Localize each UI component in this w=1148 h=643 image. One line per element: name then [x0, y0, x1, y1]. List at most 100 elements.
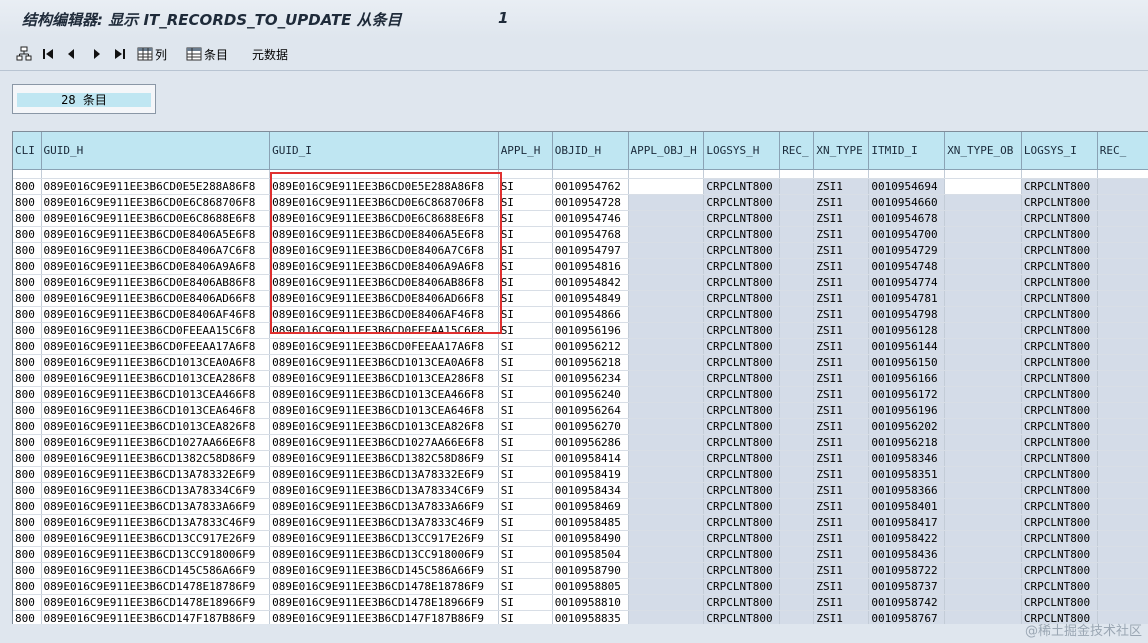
table-cell[interactable]: CRPCLNT800 [703, 258, 781, 275]
table-row[interactable]: 800 089E016C9E911EE3B6CD1478E18786F9 089E0… [13, 578, 1148, 595]
table-cell[interactable]: 089E016C9E911EE3B6CD1013CEA646F8 [41, 402, 271, 419]
table-cell[interactable] [1097, 594, 1148, 611]
table-cell[interactable] [944, 354, 1022, 371]
table-cell[interactable] [628, 450, 705, 467]
table-cell[interactable]: ZSI1 [813, 418, 870, 435]
table-cell[interactable]: 089E016C9E911EE3B6CD1382C58D86F9 [269, 450, 499, 467]
table-cell[interactable]: 0010954768 [552, 226, 629, 243]
table-cell[interactable] [944, 466, 1022, 483]
table-cell[interactable]: CRPCLNT800 [703, 370, 781, 387]
table-cell[interactable]: 800 [13, 226, 42, 243]
table-cell[interactable] [1097, 450, 1148, 467]
table-cell[interactable]: 089E016C9E911EE3B6CD13CC917E26F9 [269, 530, 499, 547]
table-cell[interactable]: 089E016C9E911EE3B6CD1013CEA286F8 [41, 370, 271, 387]
table-cell[interactable]: 0010954816 [552, 258, 629, 275]
table-cell[interactable] [628, 274, 705, 291]
table-cell[interactable]: CRPCLNT800 [1021, 514, 1098, 531]
table-cell[interactable]: 089E016C9E911EE3B6CD1013CEA286F8 [269, 370, 499, 387]
table-cell[interactable]: 0010954842 [552, 274, 629, 291]
table-cell[interactable]: 800 [13, 242, 42, 259]
table-cell[interactable] [1097, 258, 1148, 275]
table-cell[interactable]: 0010956218 [552, 354, 629, 371]
table-cell[interactable]: ZSI1 [813, 498, 870, 515]
table-cell[interactable] [628, 354, 705, 371]
table-cell[interactable]: 0010958422 [868, 530, 946, 547]
table-cell[interactable]: CRPCLNT800 [1021, 274, 1098, 291]
table-row[interactable]: 800 089E016C9E911EE3B6CD0E8406AF46F8 089E0… [13, 306, 1148, 323]
table-cell[interactable]: CRPCLNT800 [703, 466, 781, 483]
table-cell[interactable] [779, 578, 815, 595]
table-cell[interactable]: CRPCLNT800 [703, 610, 781, 624]
table-cell[interactable]: 0010958366 [868, 482, 946, 499]
table-cell[interactable] [1097, 514, 1148, 531]
table-cell[interactable]: 800 [13, 514, 42, 531]
table-cell[interactable] [1097, 306, 1148, 323]
table-row[interactable]: 800 089E016C9E911EE3B6CD13A7833C46F9 089E0… [13, 514, 1148, 531]
table-cell[interactable]: 0010954746 [552, 210, 629, 227]
table-cell[interactable] [944, 530, 1022, 547]
table-cell[interactable]: SI [498, 578, 553, 595]
table-row[interactable]: 800 089E016C9E911EE3B6CD13CC918006F9 089E0… [13, 546, 1148, 563]
column-header[interactable]: XN_TYPE_OB [944, 132, 1022, 170]
table-cell[interactable] [944, 274, 1022, 291]
table-cell[interactable] [779, 386, 815, 403]
table-cell[interactable]: 0010954781 [868, 290, 946, 307]
table-cell[interactable]: 0010956270 [552, 418, 629, 435]
table-cell[interactable] [1097, 402, 1148, 419]
table-cell[interactable]: 089E016C9E911EE3B6CD0E8406A5E6F8 [269, 226, 499, 243]
table-cell[interactable]: 089E016C9E911EE3B6CD1013CEA466F8 [269, 386, 499, 403]
table-cell[interactable] [628, 466, 705, 483]
table-cell[interactable] [628, 258, 705, 275]
table-cell[interactable]: 800 [13, 610, 42, 624]
table-cell[interactable]: SI [498, 434, 553, 451]
table-cell[interactable] [628, 594, 705, 611]
table-cell[interactable]: 0010954728 [552, 194, 629, 211]
table-cell[interactable]: ZSI1 [813, 306, 870, 323]
last-page-button[interactable] [114, 44, 126, 64]
table-cell[interactable]: CRPCLNT800 [1021, 338, 1098, 355]
table-cell[interactable]: CRPCLNT800 [1021, 546, 1098, 563]
table-cell[interactable]: CRPCLNT800 [703, 434, 781, 451]
table-cell[interactable]: 800 [13, 546, 42, 563]
table-cell[interactable]: 089E016C9E911EE3B6CD0E8406A7C6F8 [269, 242, 499, 259]
table-cell[interactable]: 0010958504 [552, 546, 629, 563]
table-cell[interactable]: SI [498, 498, 553, 515]
table-cell[interactable] [779, 434, 815, 451]
table-cell[interactable]: 089E016C9E911EE3B6CD1013CEA0A6F8 [269, 354, 499, 371]
table-cell[interactable]: 089E016C9E911EE3B6CD13CC918006F9 [41, 546, 271, 563]
table-cell[interactable] [628, 530, 705, 547]
table-cell[interactable]: 089E016C9E911EE3B6CD13A78332E6F9 [41, 466, 271, 483]
table-cell[interactable]: CRPCLNT800 [703, 290, 781, 307]
table-cell[interactable] [779, 242, 815, 259]
table-cell[interactable]: 0010956150 [868, 354, 946, 371]
table-cell[interactable]: SI [498, 338, 553, 355]
table-cell[interactable]: 0010958419 [552, 466, 629, 483]
table-cell[interactable]: 0010958434 [552, 482, 629, 499]
table-cell[interactable] [1097, 354, 1148, 371]
table-cell[interactable]: 089E016C9E911EE3B6CD0E5E288A86F8 [269, 178, 499, 195]
table-cell[interactable]: CRPCLNT800 [703, 354, 781, 371]
table-cell[interactable] [1097, 386, 1148, 403]
table-cell[interactable]: 800 [13, 562, 42, 579]
table-cell[interactable] [628, 434, 705, 451]
table-cell[interactable]: ZSI1 [813, 258, 870, 275]
table-cell[interactable] [779, 338, 815, 355]
table-cell[interactable] [779, 498, 815, 515]
column-header[interactable]: OBJID_H [552, 132, 629, 170]
table-row[interactable]: 800 089E016C9E911EE3B6CD0E8406AD66F8 089E0… [13, 290, 1148, 307]
table-row[interactable]: 800 089E016C9E911EE3B6CD1013CEA646F8 089E0… [13, 402, 1148, 419]
table-cell[interactable]: 0010956196 [868, 402, 946, 419]
table-cell[interactable]: SI [498, 482, 553, 499]
table-cell[interactable] [779, 466, 815, 483]
table-cell[interactable]: CRPCLNT800 [1021, 434, 1098, 451]
table-cell[interactable] [779, 290, 815, 307]
table-cell[interactable] [779, 482, 815, 499]
table-cell[interactable]: 0010958835 [552, 610, 629, 624]
table-cell[interactable] [628, 242, 705, 259]
table-cell[interactable]: 089E016C9E911EE3B6CD145C586A66F9 [41, 562, 271, 579]
table-cell[interactable] [628, 306, 705, 323]
table-cell[interactable]: SI [498, 418, 553, 435]
table-cell[interactable]: ZSI1 [813, 530, 870, 547]
table-cell[interactable]: ZSI1 [813, 562, 870, 579]
table-cell[interactable]: CRPCLNT800 [703, 338, 781, 355]
